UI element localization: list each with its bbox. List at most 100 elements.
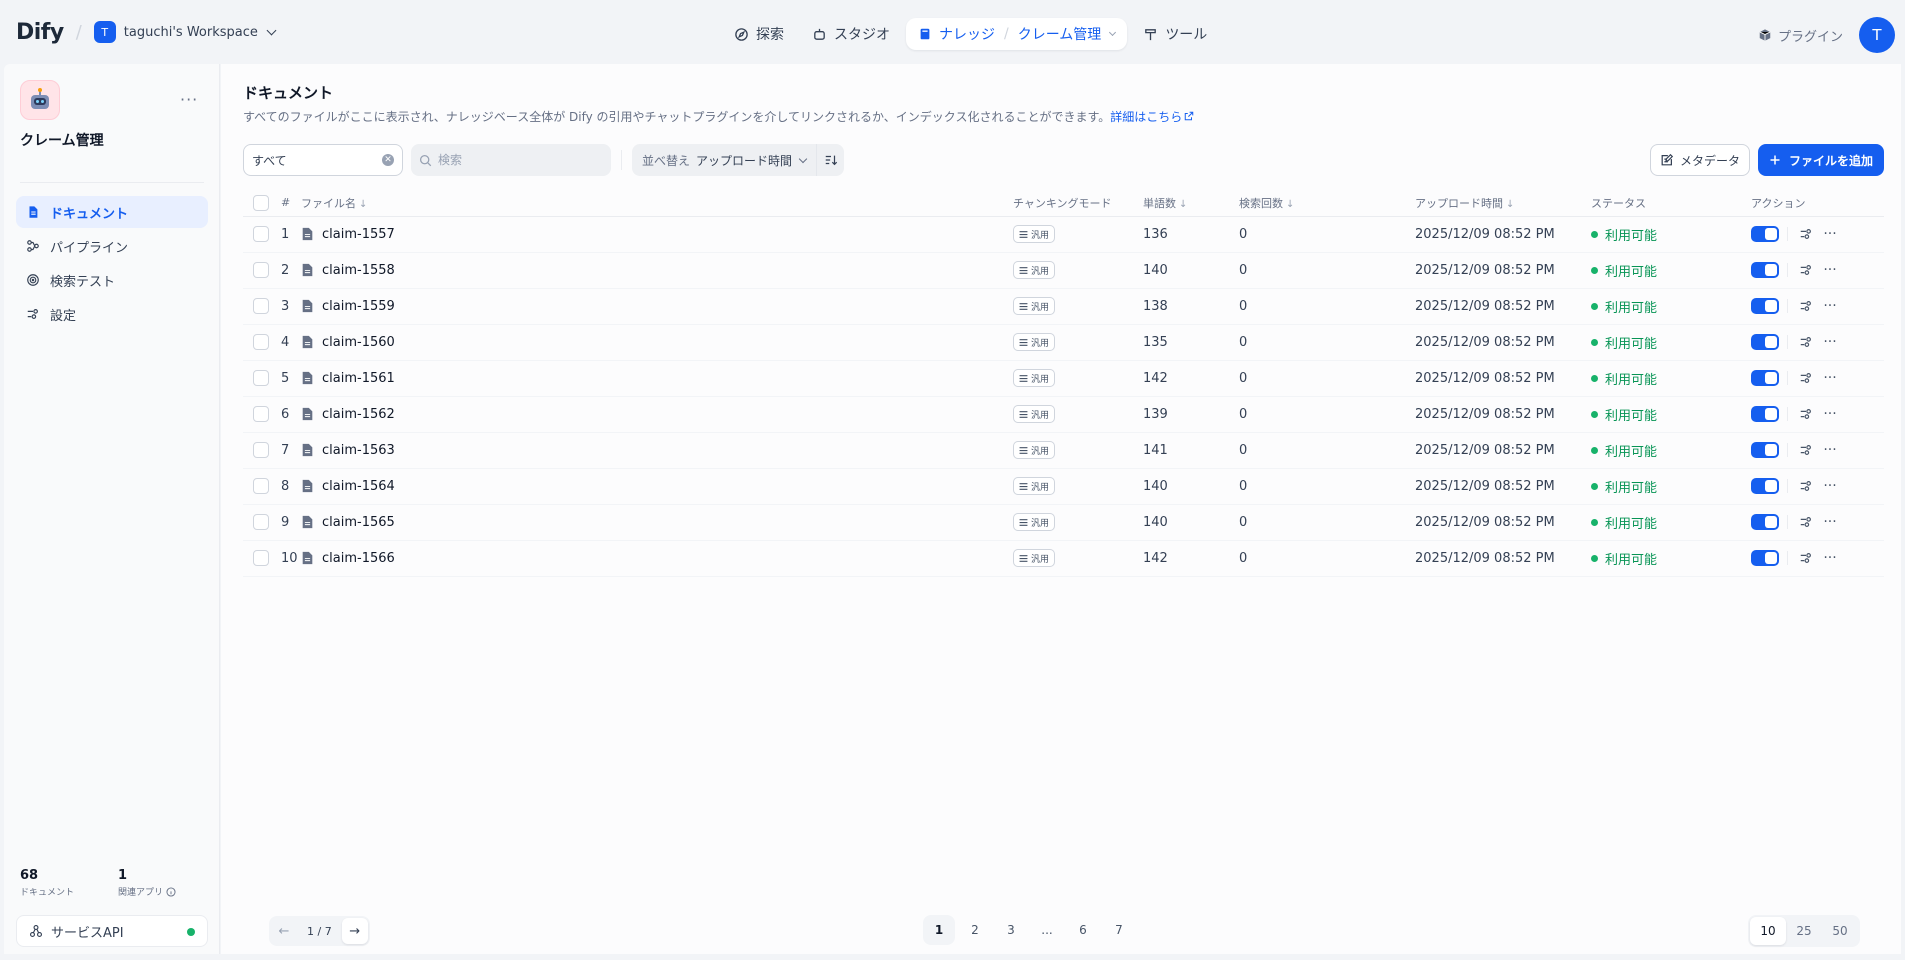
table-row[interactable]: 3 claim-1559 汎用 138 0 2025/12/09 08:52 PM 利用可能… [243,288,1884,325]
nav-tools[interactable]: ツール [1131,18,1219,50]
col-words[interactable]: 単語数 ↓ [1143,190,1239,217]
more-icon[interactable]: ··· [1818,258,1842,282]
add-file-button[interactable]: ファイルを追加 [1758,144,1884,176]
row-filename[interactable]: claim-1561 [322,371,395,386]
sidebar-item-retrieval-test[interactable]: 検索テスト [16,264,208,296]
row-checkbox[interactable] [253,334,269,350]
table-row[interactable]: 9 claim-1565 汎用 140 0 2025/12/09 08:52 PM 利用可能… [243,504,1884,541]
table-row[interactable]: 1 claim-1557 汎用 136 0 2025/12/09 08:52 PM 利用可能… [243,216,1884,253]
row-checkbox[interactable] [253,226,269,242]
row-filename[interactable]: claim-1564 [322,479,395,494]
enable-toggle[interactable] [1751,370,1779,386]
sidebar-item-pipeline[interactable]: パイプライン [16,230,208,262]
row-filename[interactable]: claim-1565 [322,515,395,530]
row-filename[interactable]: claim-1566 [322,551,395,566]
kb-more-button[interactable]: ··· [180,90,198,109]
enable-toggle[interactable] [1751,298,1779,314]
settings-icon[interactable] [1794,438,1818,462]
chunk-mode-badge: 汎用 [1013,441,1056,459]
table-row[interactable]: 5 claim-1561 汎用 142 0 2025/12/09 08:52 PM 利用可能… [243,360,1884,397]
settings-icon[interactable] [1794,510,1818,534]
current-kb-selector[interactable]: クレーム管理 [1018,24,1102,44]
table-row[interactable]: 7 claim-1563 汎用 141 0 2025/12/09 08:52 PM 利用可能… [243,432,1884,469]
metadata-button[interactable]: メタデータ [1650,144,1750,176]
nav-knowledge[interactable]: ナレッジ / クレーム管理 [906,18,1128,50]
table-row[interactable]: 10 claim-1566 汎用 142 0 2025/12/09 08:52 PM 利用可… [243,540,1884,577]
row-checkbox[interactable] [253,298,269,314]
table-row[interactable]: 2 claim-1558 汎用 140 0 2025/12/09 08:52 PM 利用可能… [243,252,1884,289]
settings-icon[interactable] [1794,258,1818,282]
row-checkbox[interactable] [253,262,269,278]
row-checkbox[interactable] [253,442,269,458]
row-filename[interactable]: claim-1557 [322,227,395,242]
page-size-option[interactable]: 25 [1786,917,1822,945]
page-size-option[interactable]: 50 [1822,917,1858,945]
settings-icon[interactable] [1794,366,1818,390]
settings-icon[interactable] [1794,330,1818,354]
sort-direction-button[interactable] [816,144,844,176]
row-checkbox[interactable] [253,478,269,494]
sort-select[interactable]: 並べ替え アップロード時間 [632,144,816,176]
page-number-button[interactable]: 1 [923,915,955,945]
dify-logo[interactable]: Dify [16,20,64,45]
enable-toggle[interactable] [1751,550,1779,566]
clear-icon[interactable]: ✕ [382,154,394,166]
user-avatar[interactable]: T [1859,17,1895,53]
enable-toggle[interactable] [1751,406,1779,422]
more-icon[interactable]: ··· [1818,510,1842,534]
settings-icon[interactable] [1794,474,1818,498]
col-filename[interactable]: ファイル名 ↓ [301,190,1013,217]
more-icon[interactable]: ··· [1818,546,1842,570]
nav-studio[interactable]: スタジオ [800,18,902,50]
page-number-button[interactable]: 2 [959,915,991,945]
settings-icon[interactable] [1794,294,1818,318]
row-checkbox[interactable] [253,406,269,422]
table-row[interactable]: 4 claim-1560 汎用 135 0 2025/12/09 08:52 PM 利用可能… [243,324,1884,361]
info-icon[interactable] [166,886,176,897]
more-icon[interactable]: ··· [1818,438,1842,462]
enable-toggle[interactable] [1751,442,1779,458]
more-icon[interactable]: ··· [1818,222,1842,246]
sidebar-item-documents[interactable]: ドキュメント [16,196,208,228]
row-checkbox[interactable] [253,370,269,386]
page-number-button[interactable]: 6 [1067,915,1099,945]
more-icon[interactable]: ··· [1818,366,1842,390]
select-all-checkbox[interactable] [253,194,269,211]
next-page-button[interactable]: → [341,918,368,944]
more-icon[interactable]: ··· [1818,294,1842,318]
row-checkbox[interactable] [253,550,269,566]
prev-page-button[interactable]: ← [271,918,297,944]
settings-icon[interactable] [1794,546,1818,570]
status-filter-select[interactable]: すべて ✕ [243,144,403,176]
more-icon[interactable]: ··· [1818,330,1842,354]
enable-toggle[interactable] [1751,514,1779,530]
row-filename[interactable]: claim-1560 [322,335,395,350]
col-uploaded[interactable]: アップロード時間 ↓ [1415,190,1591,217]
plugins-button[interactable]: プラグイン [1758,26,1843,45]
settings-icon[interactable] [1794,222,1818,246]
more-icon[interactable]: ··· [1818,474,1842,498]
enable-toggle[interactable] [1751,334,1779,350]
enable-toggle[interactable] [1751,262,1779,278]
row-filename[interactable]: claim-1558 [322,263,395,278]
row-filename[interactable]: claim-1562 [322,407,395,422]
table-row[interactable]: 8 claim-1564 汎用 140 0 2025/12/09 08:52 PM 利用可能… [243,468,1884,505]
enable-toggle[interactable] [1751,226,1779,242]
workspace-switcher[interactable]: T taguchi's Workspace [93,21,277,43]
nav-explore[interactable]: 探索 [722,18,796,50]
row-filename[interactable]: claim-1559 [322,299,395,314]
page-number-button[interactable]: 7 [1103,915,1135,945]
row-checkbox[interactable] [253,514,269,530]
page-number-button[interactable]: 3 [995,915,1027,945]
enable-toggle[interactable] [1751,478,1779,494]
search-input[interactable] [438,153,598,167]
learn-more-link[interactable]: 詳細はこちら [1110,110,1194,124]
sidebar-item-settings[interactable]: 設定 [16,298,208,330]
more-icon[interactable]: ··· [1818,402,1842,426]
row-filename[interactable]: claim-1563 [322,443,395,458]
page-size-option[interactable]: 10 [1750,917,1786,945]
service-api-button[interactable]: サービスAPI [16,915,208,947]
col-hits[interactable]: 検索回数 ↓ [1239,190,1415,217]
table-row[interactable]: 6 claim-1562 汎用 139 0 2025/12/09 08:52 PM 利用可能… [243,396,1884,433]
settings-icon[interactable] [1794,402,1818,426]
